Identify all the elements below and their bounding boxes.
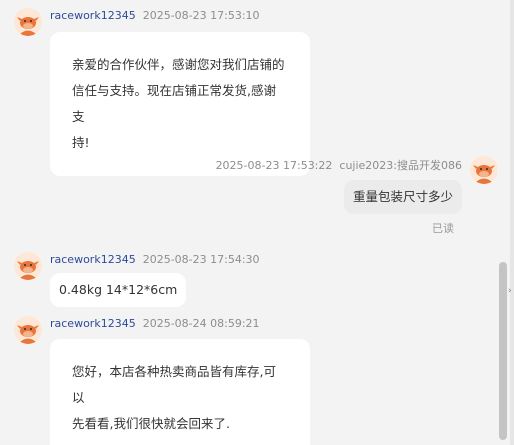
- chat-message-list[interactable]: racework12345 2025-08-23 17:53:10 亲爱的合作伙伴…: [0, 0, 497, 445]
- message-text-line: 亲爱的合作伙伴，感谢您对我们店铺的: [72, 57, 285, 72]
- message-bubble[interactable]: 重量包装尺寸多少: [343, 180, 462, 214]
- cow-avatar-icon[interactable]: [14, 252, 42, 280]
- read-status: 已读: [432, 222, 454, 235]
- message-text-line: 持!: [72, 135, 90, 150]
- message-text-line: 先看看,我们很快就会回来了.: [72, 416, 230, 431]
- message-bubble[interactable]: 0.48kg 14*12*6cm: [50, 273, 187, 307]
- chevron-right-icon[interactable]: ›: [508, 286, 512, 296]
- sender-name[interactable]: racework12345: [50, 9, 136, 22]
- message-text: 0.48kg 14*12*6cm: [59, 282, 178, 297]
- message-time: 2025-08-23 17:54:30: [142, 253, 260, 266]
- sender-name[interactable]: racework12345: [50, 253, 136, 266]
- message-meta: racework12345 2025-08-23 17:53:10: [50, 9, 260, 23]
- message-time: 2025-08-23 17:53:10: [142, 9, 260, 22]
- message-text-line: 您好，本店各种热卖商品皆有库存,可以: [72, 364, 276, 405]
- message-bubble[interactable]: 您好，本店各种热卖商品皆有库存,可以 先看看,我们很快就会回来了.: [50, 339, 310, 445]
- message-meta: racework12345 2025-08-24 08:59:21: [50, 317, 260, 331]
- message-time: 2025-08-24 08:59:21: [142, 317, 260, 330]
- cow-avatar-icon[interactable]: [470, 156, 497, 184]
- sender-name[interactable]: cujie2023:搜品开发086: [339, 159, 462, 172]
- message-meta: 2025-08-23 17:53:22 cujie2023:搜品开发086: [216, 159, 462, 173]
- panel-edge: [510, 0, 514, 445]
- chat-scrollbar[interactable]: [497, 0, 510, 445]
- sender-name[interactable]: racework12345: [50, 317, 136, 330]
- message-text: 重量包装尺寸多少: [352, 189, 453, 204]
- cow-avatar-icon[interactable]: [14, 316, 42, 344]
- scrollbar-thumb[interactable]: [499, 262, 507, 440]
- message-meta: racework12345 2025-08-23 17:54:30: [50, 253, 260, 267]
- message-bubble[interactable]: 亲爱的合作伙伴，感谢您对我们店铺的 信任与支持。现在店铺正常发货,感谢支 持!: [50, 32, 310, 176]
- cow-avatar-icon[interactable]: [14, 8, 42, 36]
- message-time: 2025-08-23 17:53:22: [215, 159, 333, 172]
- message-text-line: 信任与支持。现在店铺正常发货,感谢支: [72, 83, 276, 124]
